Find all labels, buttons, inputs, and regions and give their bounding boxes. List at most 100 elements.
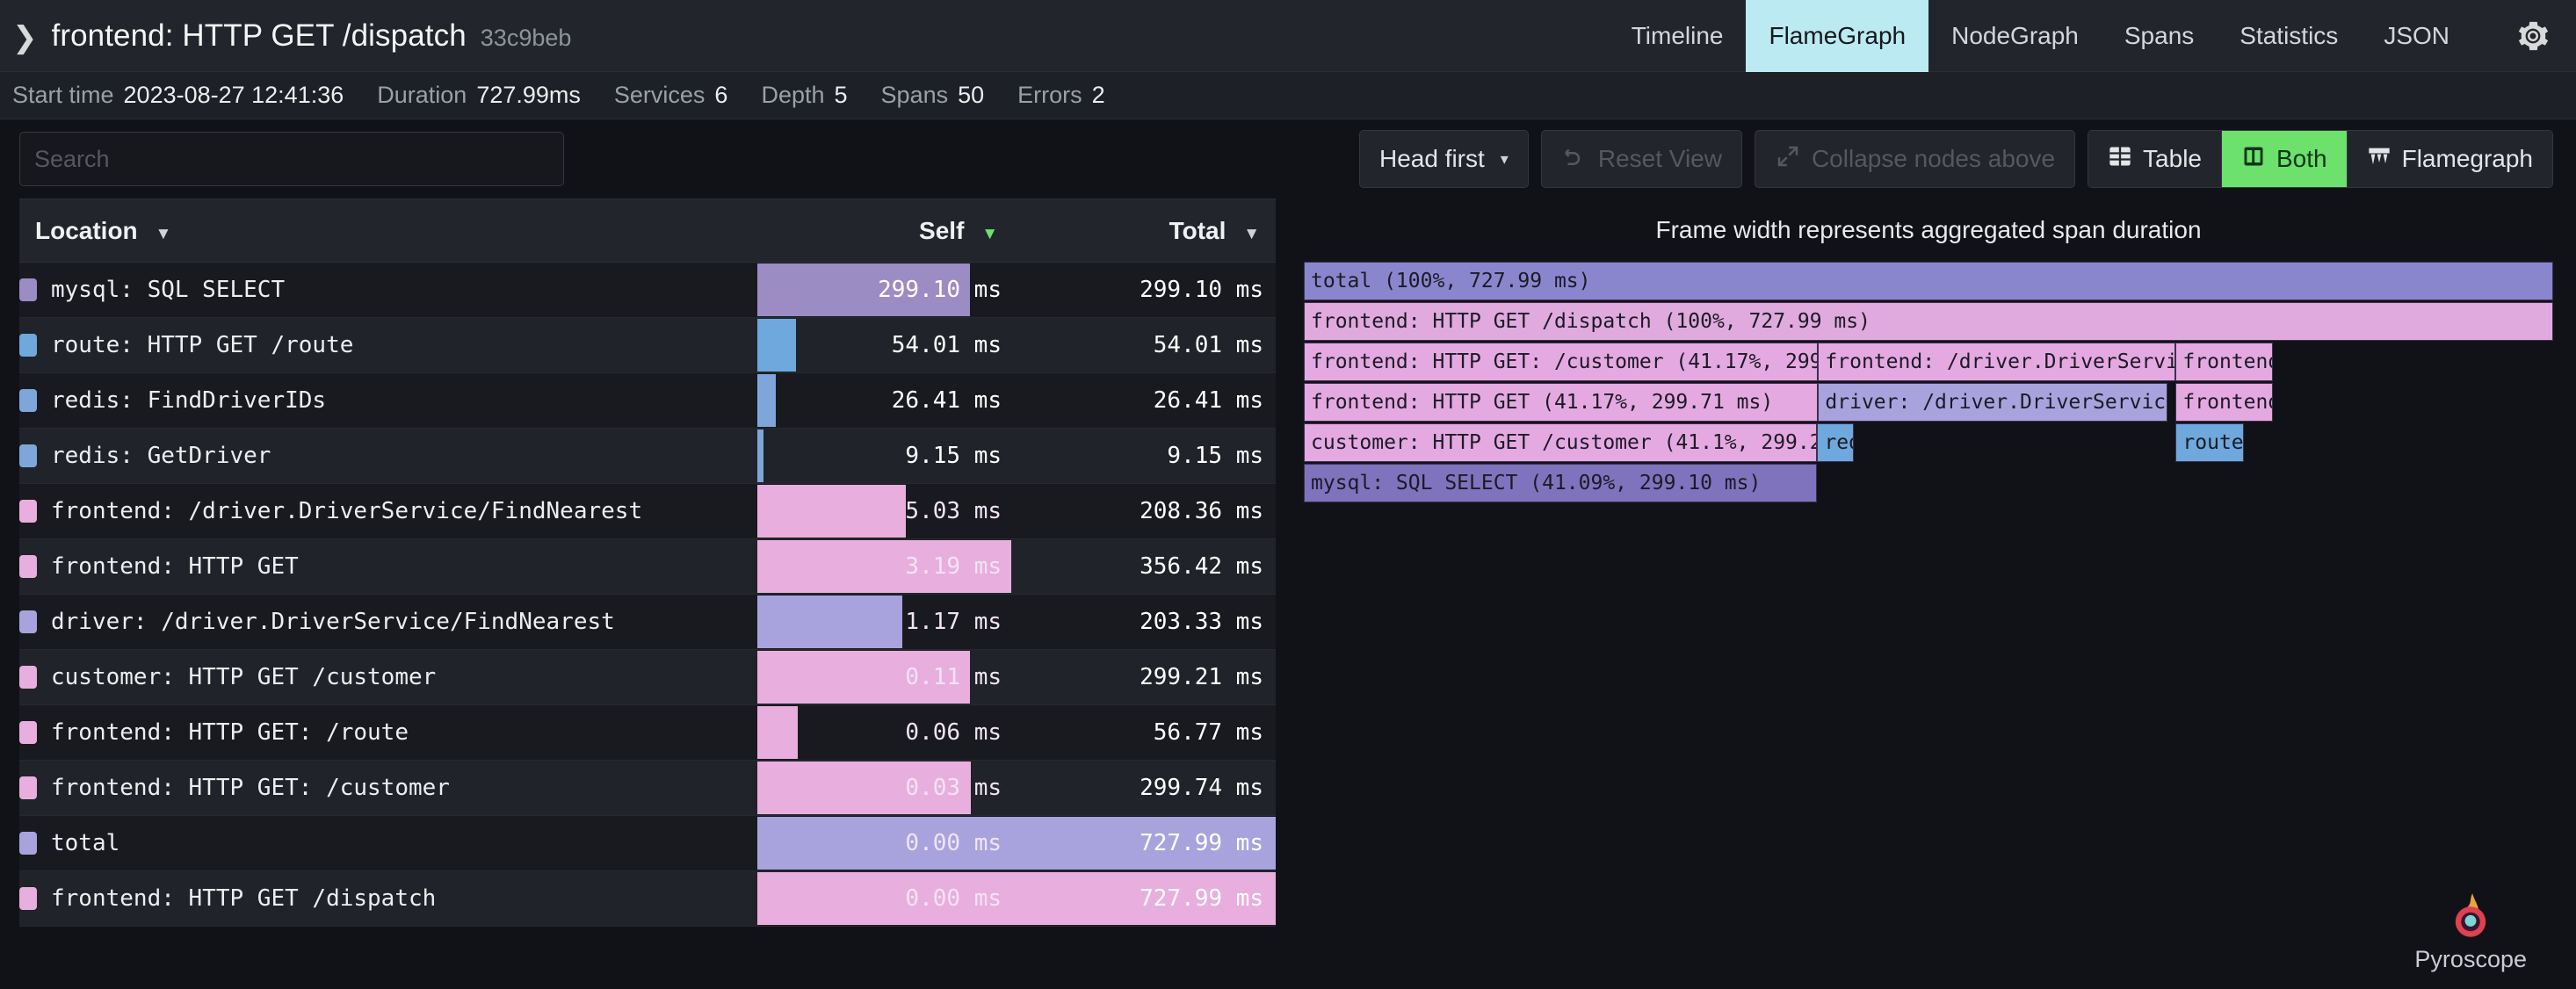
- table-row[interactable]: driver: /driver.DriverService/FindNeares…: [19, 594, 1276, 650]
- main-content: Location ▼ Self ▼ Total ▼ mysql: SQL SEL…: [0, 199, 2576, 927]
- cell-total: 203.33 ms: [1014, 594, 1276, 650]
- tab-timeline[interactable]: Timeline: [1609, 0, 1747, 72]
- flamegraph-row: customer: HTTP GET /customer (41.1%, 299…: [1304, 423, 2553, 462]
- view-mode-both[interactable]: Both: [2221, 131, 2348, 187]
- caret-down-icon: ▼: [1243, 224, 1260, 243]
- total-value: 299.21 ms: [1140, 664, 1263, 690]
- column-label: Total: [1169, 216, 1226, 244]
- self-value: 0.06 ms: [905, 719, 1002, 746]
- column-header-self[interactable]: Self ▼: [757, 199, 1014, 263]
- flamegraph-frame[interactable]: frontend: HTTP GET: /customer (41.17%, 2…: [1304, 343, 1819, 381]
- table-row[interactable]: redis: GetDriver 9.15 ms 9.15 ms: [19, 428, 1276, 484]
- cell-location: frontend: /driver.DriverService/FindNear…: [19, 483, 757, 539]
- flamegraph-frame[interactable]: frontend: /driver.DriverService/FindNear…: [1818, 343, 2176, 381]
- total-value: 208.36 ms: [1140, 498, 1263, 524]
- color-swatch: [19, 500, 37, 523]
- flamegraph-frame[interactable]: customer: HTTP GET /customer (41.1%, 299…: [1304, 423, 1818, 462]
- sort-mode-label: Head first: [1378, 145, 1485, 172]
- cell-total: 208.36 ms: [1014, 483, 1276, 539]
- cell-total: 299.21 ms: [1014, 649, 1276, 705]
- table-row[interactable]: route: HTTP GET /route 54.01 ms 54.01 ms: [19, 317, 1276, 373]
- flamegraph-frame[interactable]: route: HTTP GET /route (7.42%, 54.01 ms): [2175, 423, 2244, 462]
- cell-location: mysql: SQL SELECT: [19, 262, 757, 318]
- tab-label: JSON: [2384, 22, 2449, 49]
- table-row[interactable]: customer: HTTP GET /customer 0.11 ms 299.2…: [19, 649, 1276, 705]
- cell-total: 9.15 ms: [1014, 428, 1276, 484]
- tab-label: NodeGraph: [1951, 22, 2079, 49]
- cell-self: 54.01 ms: [757, 317, 1014, 373]
- tab-label: FlameGraph: [1769, 22, 1907, 49]
- cell-total: 299.74 ms: [1014, 760, 1276, 816]
- reset-view-button[interactable]: Reset View: [1540, 130, 1742, 188]
- tab-json[interactable]: JSON: [2361, 0, 2472, 72]
- flamegraph-frame[interactable]: frontend: HTTP GET (7.79%, 56.71 ms): [2175, 383, 2274, 422]
- color-swatch: [19, 666, 37, 689]
- chevron-right-icon[interactable]: ❯: [12, 23, 38, 53]
- collapse-nodes-button[interactable]: Collapse nodes above: [1754, 130, 2076, 188]
- cell-total: 356.42 ms: [1014, 538, 1276, 595]
- table-row[interactable]: frontend: HTTP GET: /customer 0.03 ms 299.…: [19, 760, 1276, 816]
- flamegraph-frame[interactable]: total (100%, 727.99 ms): [1304, 262, 2553, 300]
- collapse-icon: [1775, 143, 1801, 176]
- tab-flamegraph[interactable]: FlameGraph: [1746, 0, 1929, 72]
- flamegraph-frame[interactable]: redis: FindDriverIDs (3.63%, 26.41 ms): [1817, 423, 1854, 462]
- location-label: frontend: HTTP GET: [51, 553, 299, 580]
- location-label: customer: HTTP GET /customer: [51, 664, 437, 690]
- trace-info-bar: Start time 2023-08-27 12:41:36 Duration …: [0, 72, 2576, 119]
- settings-button[interactable]: [2516, 0, 2550, 72]
- tab-nodegraph[interactable]: NodeGraph: [1928, 0, 2102, 72]
- flamegraph-table-panel: Location ▼ Self ▼ Total ▼ mysql: SQL SEL…: [19, 199, 1276, 927]
- column-header-location[interactable]: Location ▼: [19, 199, 757, 263]
- cell-total: 56.77 ms: [1014, 704, 1276, 761]
- flamegraph-frame[interactable]: frontend: HTTP GET (41.17%, 299.71 ms): [1304, 383, 1819, 422]
- search-input[interactable]: [19, 132, 564, 186]
- table-row[interactable]: frontend: /driver.DriverService/FindNear…: [19, 483, 1276, 539]
- table-body: mysql: SQL SELECT 299.10 ms 299.10 ms route…: [19, 262, 1276, 927]
- total-value: 356.42 ms: [1140, 553, 1263, 580]
- trace-flamegraph-view: ❯ frontend: HTTP GET /dispatch 33c9beb T…: [0, 0, 2576, 989]
- total-value: 56.77 ms: [1153, 719, 1263, 746]
- column-header-total[interactable]: Total ▼: [1014, 199, 1276, 263]
- cell-self: 0.00 ms: [757, 815, 1014, 871]
- cell-self: 0.03 ms: [757, 760, 1014, 816]
- column-label: Location: [35, 216, 138, 244]
- color-swatch: [19, 444, 37, 467]
- color-swatch: [19, 721, 37, 744]
- flamegraph-row: mysql: SQL SELECT (41.09%, 299.10 ms): [1304, 464, 2553, 502]
- location-label: frontend: HTTP GET: /route: [51, 719, 409, 746]
- table-header-row: Location ▼ Self ▼ Total ▼: [19, 199, 1276, 263]
- view-mode-toggle: Table Both Flamegraph: [2088, 130, 2553, 188]
- flamegraph-frame[interactable]: frontend: HTTP GET: /route (7.8%, 56.77 …: [2175, 343, 2274, 381]
- cell-self: 0.00 ms: [757, 870, 1014, 927]
- duration-value: 727.99ms: [476, 82, 581, 108]
- view-mode-table[interactable]: Table: [2088, 131, 2222, 187]
- self-value: 26.41 ms: [891, 387, 1002, 414]
- column-label: Self: [919, 216, 965, 244]
- flamegraph-frame[interactable]: mysql: SQL SELECT (41.09%, 299.10 ms): [1304, 464, 1818, 502]
- page-title: frontend: HTTP GET /dispatch: [51, 18, 467, 53]
- caret-down-icon: ▼: [155, 224, 172, 243]
- sort-mode-select[interactable]: Head first ▾: [1358, 130, 1529, 188]
- view-tabs: Timeline FlameGraph NodeGraph Spans Stat…: [1609, 0, 2472, 72]
- tab-spans[interactable]: Spans: [2102, 0, 2217, 72]
- table-row[interactable]: frontend: HTTP GET: /route 0.06 ms 56.77 m…: [19, 704, 1276, 761]
- branding-label: Pyroscope: [2414, 946, 2527, 972]
- table-row[interactable]: redis: FindDriverIDs 26.41 ms 26.41 ms: [19, 372, 1276, 429]
- duration-label: Duration: [377, 82, 467, 108]
- undo-icon: [1561, 143, 1588, 176]
- table-row[interactable]: mysql: SQL SELECT 299.10 ms 299.10 ms: [19, 262, 1276, 318]
- table-row[interactable]: total 0.00 ms 727.99 ms: [19, 815, 1276, 871]
- cell-self: 3.19 ms: [757, 538, 1014, 595]
- view-mode-flamegraph[interactable]: Flamegraph: [2347, 131, 2552, 187]
- table-row[interactable]: frontend: HTTP GET /dispatch 0.00 ms 727.9…: [19, 870, 1276, 927]
- tab-statistics[interactable]: Statistics: [2217, 0, 2361, 72]
- flamegraph-frame[interactable]: frontend: HTTP GET /dispatch (100%, 727.…: [1304, 302, 2553, 341]
- cell-self: 9.15 ms: [757, 428, 1014, 484]
- total-value: 54.01 ms: [1153, 332, 1263, 358]
- cell-location: driver: /driver.DriverService/FindNeares…: [19, 594, 757, 650]
- flamegraph-row: total (100%, 727.99 ms): [1304, 262, 2553, 300]
- table-row[interactable]: frontend: HTTP GET 3.19 ms 356.42 ms: [19, 538, 1276, 595]
- flamegraph-frame[interactable]: driver: /driver.DriverService/FindNeares…: [1818, 383, 2167, 422]
- total-value: 299.10 ms: [1140, 277, 1263, 303]
- cell-location: redis: FindDriverIDs: [19, 372, 757, 429]
